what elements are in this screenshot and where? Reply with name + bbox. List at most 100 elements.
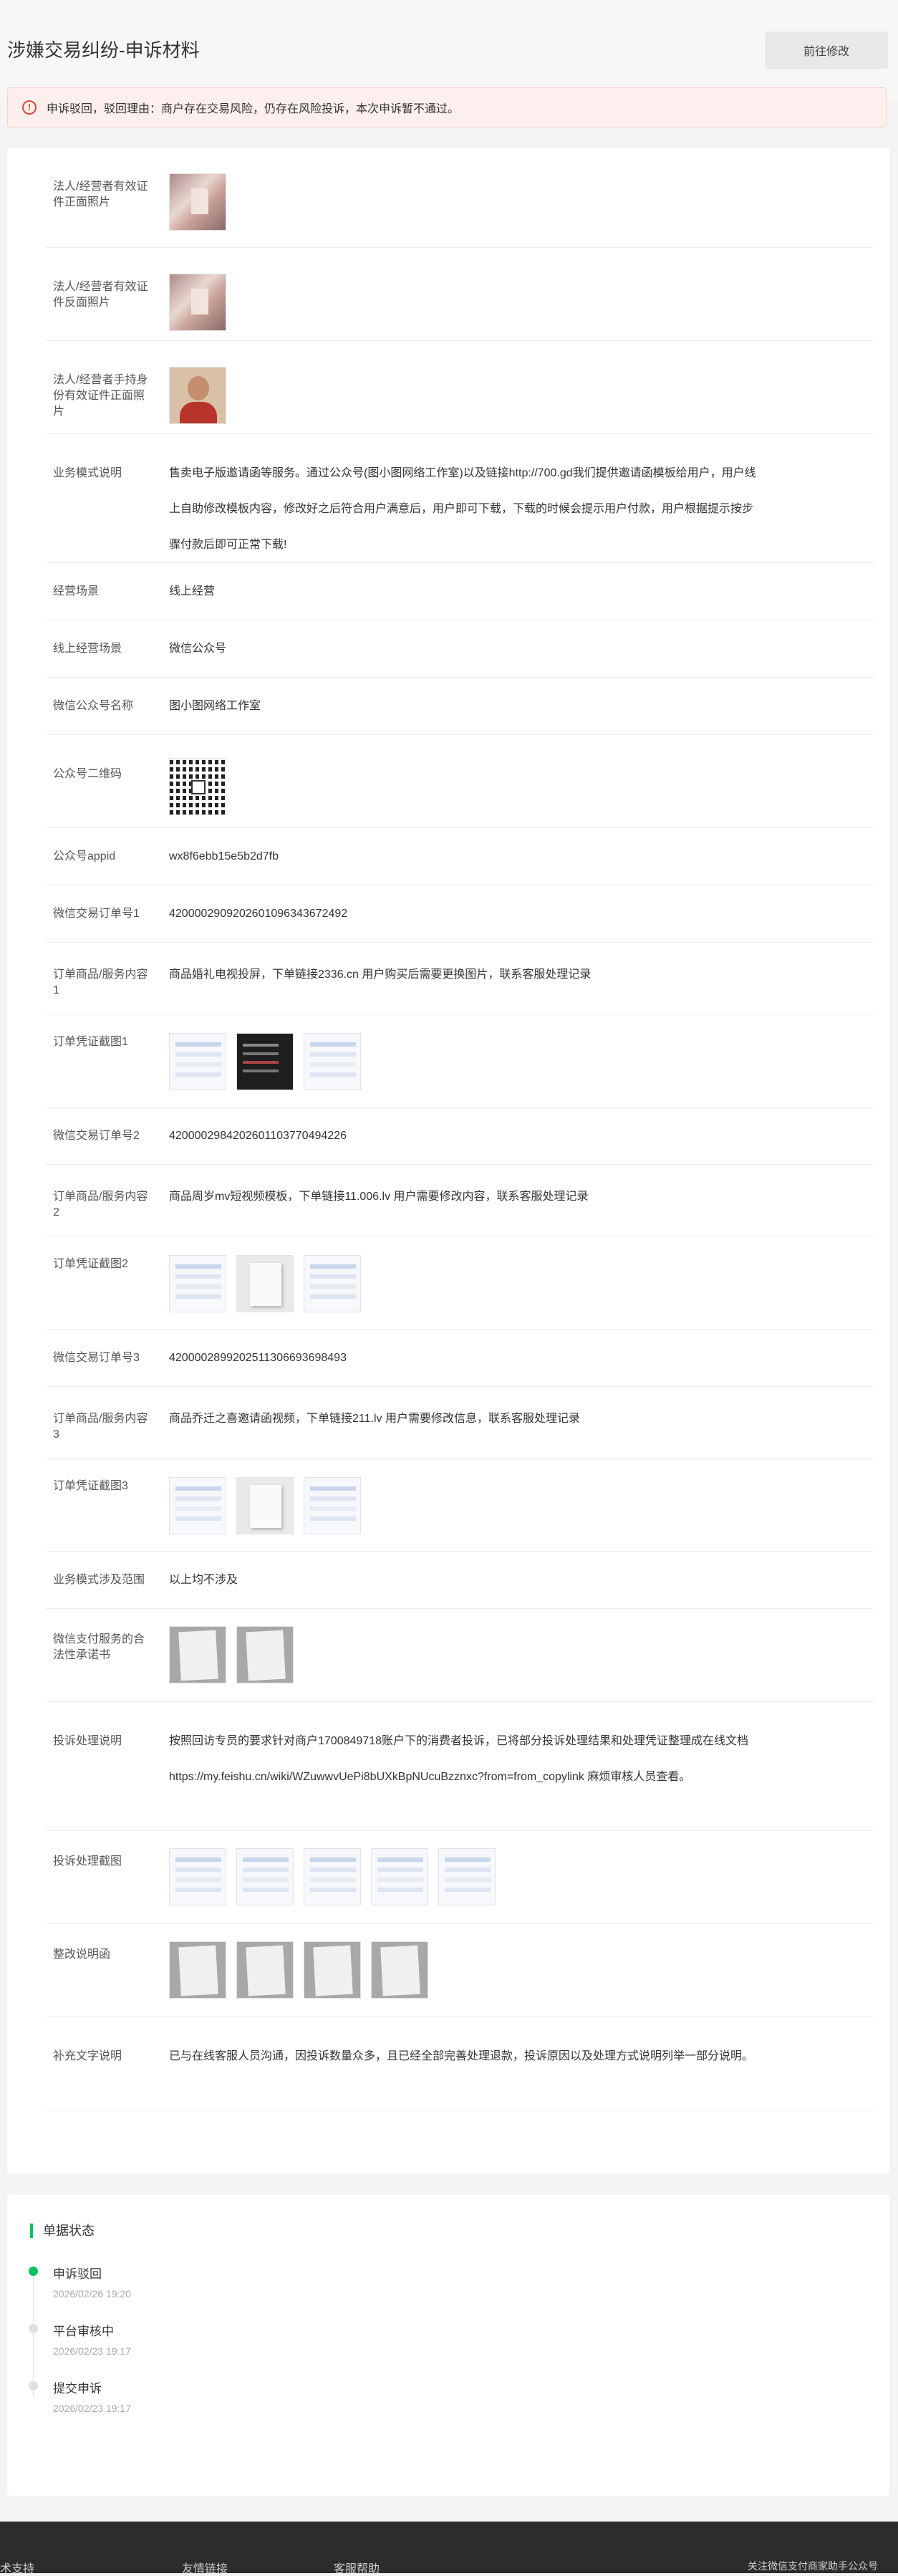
timeline-line [33,2275,34,2397]
row-extra: 补充文字说明 已与在线客服人员沟通，因投诉数量众多，且已经全部完善处理退款，投诉… [46,2017,874,2110]
field-value: 已与在线客服人员沟通，因投诉数量众多，且已经全部完善处理退款，投诉原因以及处理方… [169,2050,754,2062]
footer: 技术支持 友情链接 客服帮助 关注微信支付商家助手公众号 [0,2522,898,2576]
row-goods-2: 订单商品/服务内容2 商品周岁mv短视频模板，下单链接11.006.lv 用户需… [46,1165,874,1236]
row-goods-1: 订单商品/服务内容1 商品婚礼电视投屏，下单链接2336.cn 用户购买后需要更… [46,943,874,1014]
row-scope: 业务模式涉及范围 以上均不涉及 [46,1552,874,1609]
field-label: 微信支付服务的合法性承诺书 [53,1633,145,1661]
footer-link-follow-mp[interactable]: 关注微信支付商家助手公众号 [748,2559,878,2573]
complaint-screenshot[interactable] [304,1848,361,1905]
footer-link-tech-support[interactable]: 技术支持 [0,2559,34,2576]
row-voucher-3: 订单凭证截图3 [46,1458,874,1552]
row-mp-qr: 公众号二维码 [46,735,874,828]
goto-modify-button[interactable]: 前往修改 [765,32,888,69]
row-rectify: 整改说明函 [46,1924,874,2017]
complaint-screenshot[interactable] [371,1848,428,1905]
row-order-3: 微信交易订单号3 4200002899202511306693698493 [46,1330,874,1387]
field-label: 法人/经营者有效证件正面照片 [53,181,148,208]
row-scene: 经营场景 线上经营 [46,563,874,620]
row-order-2: 微信交易订单号2 4200002984202601103770494226 [46,1107,874,1165]
rectify-letter-image[interactable] [169,1941,226,1999]
field-label: 订单凭证截图2 [53,1258,128,1270]
timeline-step-time: 2026/02/23 19:17 [53,2403,131,2414]
rectify-letter-image[interactable] [304,1941,361,1999]
voucher-image[interactable] [169,1477,226,1534]
timeline-step-time: 2026/02/26 19:20 [53,2288,131,2299]
field-label: 微信交易订单号1 [53,908,140,920]
page-header: 涉嫌交易纠纷-申诉材料 前往修改 [0,0,898,102]
field-label: 经营场景 [53,585,100,597]
voucher-image[interactable] [236,1477,294,1534]
thumbnail-list [169,1255,371,1312]
field-label: 线上经营场景 [53,643,122,655]
field-label: 订单凭证截图3 [53,1480,128,1492]
rectify-letter-image[interactable] [236,1941,294,1999]
field-label: 投诉处理说明 [53,1735,122,1747]
voucher-image[interactable] [304,1255,361,1312]
field-value: wx8f6ebb15e5b2d7fb [169,850,279,862]
field-label: 业务模式说明 [53,467,122,479]
timeline-step-label: 申诉驳回 [53,2267,102,2281]
row-complaint-shots: 投诉处理截图 [46,1831,874,1924]
field-value: 4200002909202601096343672492 [169,908,348,920]
field-label: 公众号appid [53,850,116,862]
voucher-image[interactable] [236,1255,294,1312]
voucher-image[interactable] [236,1033,294,1090]
timeline-dot [29,2324,38,2333]
id-front-image[interactable] [169,173,226,231]
field-label: 订单商品/服务内容2 [53,1191,148,1219]
thumbnail-list [169,758,236,815]
field-value: 图小图网络工作室 [169,700,261,712]
field-value: 商品婚礼电视投屏，下单链接2336.cn 用户购买后需要更换图片，联系客服处理记… [169,969,592,981]
complaint-screenshot[interactable] [169,1848,226,1905]
field-value: 线上经营 [169,585,216,597]
voucher-image[interactable] [169,1033,226,1090]
thumbnail-list [169,1941,438,1999]
appeal-materials-card: 法人/经营者有效证件正面照片 法人/经营者有效证件反面照片 法人/经营者手持身份… [7,148,889,2173]
timeline-step-time: 2026/02/23 19:17 [53,2345,131,2357]
id-hand-image[interactable] [169,367,226,424]
footer-link-help[interactable]: 客服帮助 [334,2559,380,2576]
timeline-step-label: 平台审核中 [53,2325,114,2338]
row-id-hand: 法人/经营者手持身份有效证件正面照片 [46,341,874,434]
field-label: 整改说明函 [53,1948,111,1961]
field-value: 以上均不涉及 [169,1574,238,1586]
status-title: 单据状态 [30,2224,95,2238]
voucher-image[interactable] [169,1255,226,1312]
field-value: 微信公众号 [169,643,227,655]
thumbnail-list [169,1626,304,1683]
thumbnail-list [169,1033,371,1090]
row-online-scene: 线上经营场景 微信公众号 [46,620,874,678]
status-card: 单据状态 申诉驳回 2026/02/26 19:20 平台审核中 2026/02… [7,2195,889,2496]
field-label: 法人/经营者有效证件反面照片 [53,281,148,309]
field-value: 商品周岁mv短视频模板，下单链接11.006.lv 用户需要修改内容，联系客服处… [169,1191,589,1203]
field-label: 补充文字说明 [53,2050,122,2062]
page-title: 涉嫌交易纠纷-申诉材料 [7,39,200,61]
row-id-back: 法人/经营者有效证件反面照片 [46,248,874,341]
field-label: 订单商品/服务内容1 [53,969,148,996]
rectify-letter-image[interactable] [371,1941,428,1999]
alert-text: 申诉驳回，驳回理由：商户存在交易风险，仍存在风险投诉，本次申诉暂不通过。 [47,103,460,115]
thumbnail-list [169,173,236,231]
field-label: 订单商品/服务内容3 [53,1413,148,1441]
voucher-image[interactable] [304,1033,361,1090]
timeline-dot [29,2381,38,2390]
row-id-front: 法人/经营者有效证件正面照片 [46,148,874,248]
field-label: 投诉处理截图 [53,1855,122,1868]
field-label: 微信交易订单号2 [53,1130,140,1142]
field-label: 法人/经营者手持身份有效证件正面照片 [53,374,148,418]
row-biz-model: 业务模式说明 售卖电子版邀请函等服务。通过公众号(图小图网络工作室)以及链接ht… [46,434,874,563]
field-label: 微信公众号名称 [53,700,134,712]
id-back-image[interactable] [169,274,226,331]
footer-link-friends[interactable]: 友情链接 [182,2559,228,2576]
voucher-image[interactable] [304,1477,361,1534]
field-label: 微信交易订单号3 [53,1352,140,1364]
thumbnail-list [169,1477,371,1534]
timeline-dot [29,2267,38,2276]
complaint-screenshot[interactable] [438,1848,496,1905]
qr-code-image[interactable] [169,758,226,815]
complaint-screenshot[interactable] [236,1848,294,1905]
field-value: 4200002899202511306693698493 [169,1352,347,1364]
promise-letter-image[interactable] [236,1626,294,1683]
promise-letter-image[interactable] [169,1626,226,1683]
timeline-step-label: 提交申诉 [53,2382,102,2395]
